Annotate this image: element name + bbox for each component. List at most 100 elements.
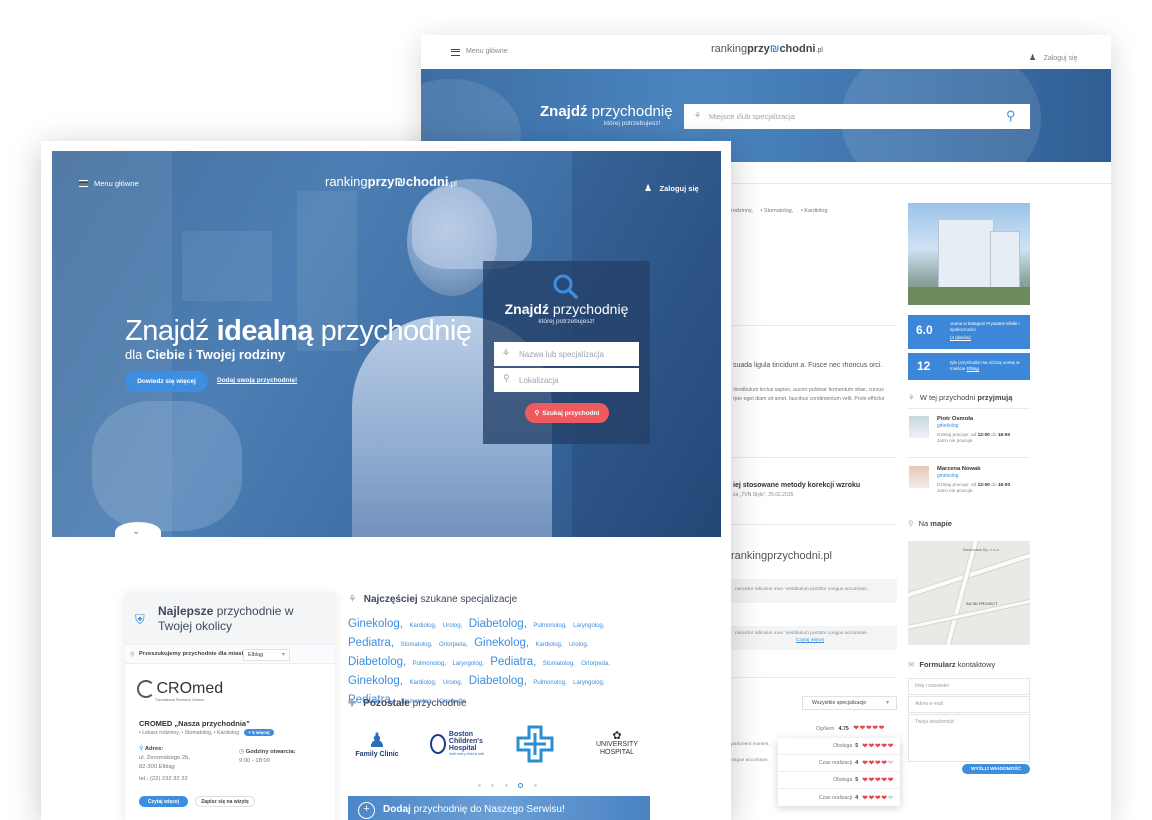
menu-button[interactable]: Menu główne bbox=[79, 178, 159, 190]
cross-icon bbox=[516, 725, 554, 763]
plus-icon: ✚ bbox=[348, 698, 357, 709]
doctors-heading: ⚘ W tej przychodni przyjmują bbox=[908, 393, 1013, 402]
specialization-select[interactable]: Wszystkie specjalizacje ▾ bbox=[802, 696, 897, 710]
email-field[interactable]: Adres e-mail bbox=[908, 696, 1030, 713]
specialization-tag[interactable]: Ortorpeda, bbox=[439, 642, 468, 648]
carousel-dot[interactable] bbox=[533, 784, 537, 787]
hero-subtitle: której potrzebujesz! bbox=[604, 120, 661, 127]
specialization-tag[interactable]: Laryngolog, bbox=[573, 680, 604, 686]
best-clinics-card: ⛨ Najlepsze przychodnie w Twojej okolicy… bbox=[125, 592, 335, 820]
chevron-down-icon: ▾ bbox=[886, 700, 890, 706]
name-field[interactable]: Imię i nazwisko bbox=[908, 678, 1030, 695]
chevron-down-icon: ⌄ bbox=[132, 526, 141, 537]
specializations-heading: ⚘ Najczęściej szukane specjalizacje bbox=[348, 594, 518, 605]
specialization-tag[interactable]: Ortorpeda, bbox=[581, 661, 610, 667]
comment-box: nascetur ridiculus mus. Vestibulum portt… bbox=[731, 579, 897, 603]
specialization-tag[interactable]: Pulmonolog, bbox=[413, 661, 446, 667]
description-text: suada ligula tincidunt a. Fusce nec rhon… bbox=[733, 362, 883, 369]
specialization-tag[interactable]: Ginekolog, bbox=[348, 675, 403, 687]
family-clinic-logo[interactable]: ♟ Family Clinic bbox=[341, 716, 413, 772]
specialization-tag[interactable]: Diabetolog, bbox=[469, 618, 527, 630]
login-link[interactable]: ♟ Zaloguj się bbox=[1029, 47, 1077, 65]
specialization-tag[interactable]: Kardiolog, bbox=[409, 680, 436, 686]
doctor-card[interactable]: Marzena Nowak ginekolog Dzisiaj pracuje:… bbox=[908, 463, 1030, 507]
overall-rating: Ogólem 4.75 ❤❤❤❤❤ bbox=[816, 725, 886, 732]
name-or-specialization-input[interactable]: ⚘ Nazwa lub specjalizacja bbox=[494, 342, 639, 366]
scroll-down-tab[interactable]: ⌄ bbox=[115, 522, 161, 542]
user-icon: ♟ bbox=[1029, 53, 1037, 62]
map-heading: ⚲ Na mapie bbox=[908, 519, 952, 528]
read-more-link[interactable]: Czytaj więcej bbox=[796, 638, 824, 643]
specialization-tag[interactable]: Stomatolog, bbox=[400, 642, 432, 648]
search-icon bbox=[552, 273, 578, 299]
rank-score-box: 12 tyle przychodni ma niższą ocenę w mie… bbox=[908, 353, 1030, 380]
menu-button[interactable]: Menu główne bbox=[451, 47, 511, 59]
clinic-name[interactable]: CROMED „Nasza przychodnia” bbox=[139, 719, 250, 728]
specializations-tag-cloud: Ginekolog, Kardiolog, Urolog, Diabetolog… bbox=[348, 615, 650, 710]
clinic-specializations: • Lekarz rodzinny, • Stomatolog, • Kardi… bbox=[139, 729, 274, 736]
best-clinics-heading: Najlepsze przychodnie w Twojej okolicy bbox=[158, 604, 294, 633]
heart-icons: ❤❤❤❤❤ bbox=[862, 777, 894, 784]
specialization-tag[interactable]: Urolog, bbox=[443, 680, 462, 686]
article-title[interactable]: iej stosowane metody korekcji wzroku bbox=[733, 482, 860, 489]
heart-icons: ❤❤❤❤❤ bbox=[862, 794, 894, 802]
doctor-card[interactable]: Piotr Osmoła ginekolog Dzisiaj pracuje: … bbox=[908, 413, 1030, 457]
clinic-address: ⚲ Adres: ul. Żeromskiego 2b, 82-300 Elbl… bbox=[139, 746, 190, 782]
city-select[interactable]: Elbląg ▾ bbox=[243, 649, 290, 661]
specialization-tag[interactable]: Urolog, bbox=[569, 642, 588, 648]
specialization-tag[interactable]: Pulmonolog, bbox=[533, 623, 566, 629]
heart-icons: ❤❤❤❤❤ bbox=[862, 743, 894, 750]
more-specializations-badge[interactable]: + 5 więcej bbox=[244, 729, 274, 736]
university-hospital-logo[interactable]: ✿ UNIVERSITY HOSPITAL bbox=[581, 716, 653, 772]
stethoscope-icon: ⚘ bbox=[502, 348, 511, 358]
add-clinic-banner[interactable]: + Dodaj przychodnię do Naszego Serwisu! bbox=[348, 796, 650, 820]
search-icon: ⚲ bbox=[534, 410, 540, 417]
hero-section: Menu główne rankingprzy₪chodni.pl ♟ Zalo… bbox=[52, 151, 721, 537]
site-logo[interactable]: rankingprzy₪chodni.pl bbox=[711, 43, 823, 55]
search-panel-subtitle: której potrzebujesz! bbox=[538, 318, 595, 325]
location-input[interactable]: ⚲ Lokalizacja bbox=[494, 368, 639, 392]
search-clinics-button[interactable]: ⚲ Szukaj przychodni bbox=[525, 403, 609, 423]
login-link[interactable]: ♟ Zaloguj się bbox=[644, 178, 699, 196]
book-visit-button[interactable]: Zapisz się na wizytę bbox=[195, 796, 255, 807]
emblem-icon: ✿ bbox=[612, 730, 622, 742]
hamburger-icon bbox=[451, 49, 460, 56]
clinic-logo: CROmed Translational Research Centers bbox=[137, 680, 223, 702]
specialization-tag[interactable]: Ginekolog, bbox=[474, 637, 529, 649]
specialization-tag[interactable]: Laryngolog, bbox=[452, 661, 483, 667]
carousel-dot-active[interactable] bbox=[518, 783, 524, 788]
medical-cross-logo[interactable] bbox=[499, 716, 571, 772]
search-input[interactable]: ⚘ Miejsce i/lub specjalizacja ⚲ bbox=[684, 104, 1030, 129]
rating-breakdown-popup: Obsługa 5 ❤❤❤❤❤ Czas realizacji 4 ❤❤❤❤❤ Obsł… bbox=[778, 738, 900, 806]
stethoscope-icon: ⚘ bbox=[348, 594, 357, 605]
specialization-tag[interactable]: Diabetolog, bbox=[348, 656, 406, 668]
specialization-tag[interactable]: Pulmonolog, bbox=[533, 680, 566, 686]
specialization-tag[interactable]: Pediatra, bbox=[490, 656, 536, 668]
read-more-button[interactable]: Czytaj więcej bbox=[139, 796, 188, 807]
envelope-icon: ✉ bbox=[908, 660, 915, 669]
specialization-tag[interactable]: Stomatolog, bbox=[543, 661, 575, 667]
specialization-tag[interactable]: Kardiolog, bbox=[536, 642, 563, 648]
specialization-tag[interactable]: Urolog, bbox=[443, 623, 462, 629]
clinic-photo bbox=[908, 203, 1030, 305]
hospital-shield-icon bbox=[429, 734, 446, 754]
hero-title: Znajdź przychodnię bbox=[540, 103, 673, 120]
specialization-tag[interactable]: Laryngolog, bbox=[573, 623, 604, 629]
carousel-dot[interactable] bbox=[478, 784, 481, 787]
stethoscope-icon: ⚘ bbox=[908, 393, 915, 402]
boston-childrens-hospital-logo[interactable]: Boston Children's Hospital Until every c… bbox=[421, 716, 493, 772]
site-logo[interactable]: rankingprzy₪chodni.pl bbox=[325, 174, 457, 189]
carousel-dot[interactable] bbox=[504, 784, 508, 787]
location-map[interactable]: Dworcowa Sp. z o.o. AN 3D PROJECT bbox=[908, 541, 1030, 645]
carousel-dot[interactable] bbox=[491, 784, 495, 787]
specialization-tag[interactable]: Ginekolog, bbox=[348, 618, 403, 630]
message-field[interactable]: Twoja wiadomość bbox=[908, 714, 1030, 762]
specialization-tag[interactable]: Kardiolog, bbox=[409, 623, 436, 629]
specialization-tag[interactable]: Pediatra, bbox=[348, 637, 394, 649]
send-message-button[interactable]: WYŚLIJ WIADOMOŚĆ bbox=[962, 764, 1030, 774]
add-clinic-link[interactable]: Dodaj swoją przychodnię! bbox=[217, 377, 297, 384]
search-icon[interactable]: ⚲ bbox=[1006, 108, 1016, 124]
specialization-tag[interactable]: Diabetolog, bbox=[469, 675, 527, 687]
menu-label: Menu główne bbox=[466, 48, 508, 55]
learn-more-button[interactable]: Dowiedz się więcej bbox=[125, 371, 208, 392]
